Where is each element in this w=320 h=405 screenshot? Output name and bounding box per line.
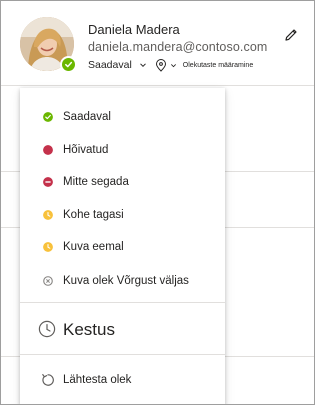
offline-icon	[43, 276, 53, 286]
away-icon	[43, 242, 53, 252]
menu-item-label: Hõivatud	[63, 144, 109, 156]
be-right-back-icon	[43, 210, 53, 220]
status-menu: Saadaval Hõivatud Mitte segada Kohe taga…	[20, 88, 225, 404]
menu-item-do-not-disturb[interactable]: Mitte segada	[20, 169, 225, 195]
menu-item-label: Kohe tagasi	[63, 209, 124, 221]
do-not-disturb-icon	[43, 177, 53, 187]
menu-item-be-right-back[interactable]: Kohe tagasi	[20, 202, 225, 228]
reset-label: Lähtesta olek	[63, 374, 132, 386]
profile-header: Daniela Madera daniela.mandera@contoso.c…	[1, 1, 314, 85]
menu-item-available[interactable]: Saadaval	[20, 104, 225, 130]
menu-item-appear-offline[interactable]: Kuva olek Võrgust väljas	[20, 268, 225, 294]
location-label[interactable]: Olekutaste määramine	[183, 62, 253, 69]
menu-item-label: Kuva olek Võrgust väljas	[63, 275, 189, 287]
menu-item-label: Kuva eemal	[63, 241, 124, 253]
location-pin-icon[interactable]	[155, 58, 167, 72]
divider	[1, 85, 314, 86]
checkmark-icon	[65, 61, 73, 68]
menu-item-label: Saadaval	[63, 111, 111, 123]
edit-icon[interactable]	[283, 27, 299, 43]
busy-icon	[43, 145, 53, 155]
menu-item-label: Mitte segada	[63, 176, 129, 188]
clock-icon	[38, 320, 56, 338]
status-selector[interactable]: Saadaval	[88, 59, 132, 71]
duration-label: Kestus	[63, 320, 115, 339]
menu-divider	[20, 302, 225, 303]
status-row: Saadaval Olekutaste määramine	[88, 58, 253, 72]
profile-card: Daniela Madera daniela.mandera@contoso.c…	[0, 0, 315, 405]
profile-email: daniela.mandera@contoso.com	[88, 40, 268, 54]
chevron-down-icon[interactable]	[170, 62, 177, 69]
menu-item-busy[interactable]: Hõivatud	[20, 137, 225, 163]
chevron-down-icon[interactable]	[139, 61, 147, 69]
menu-divider	[20, 354, 225, 355]
presence-badge	[60, 56, 77, 73]
duration-item[interactable]: Kestus	[20, 316, 225, 344]
menu-item-away[interactable]: Kuva eemal	[20, 234, 225, 260]
profile-name: Daniela Madera	[88, 22, 180, 37]
reset-status-item[interactable]: Lähtesta olek	[20, 368, 225, 394]
reset-icon	[42, 374, 54, 386]
available-icon	[43, 112, 53, 122]
